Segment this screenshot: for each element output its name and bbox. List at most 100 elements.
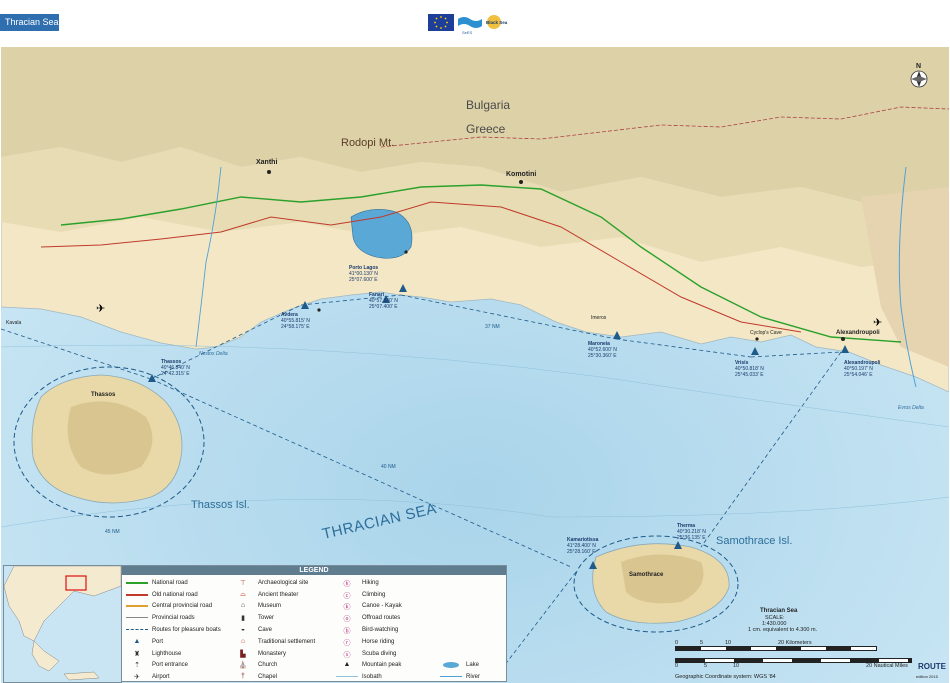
partner-logos: SeES Black Sea xyxy=(428,14,508,36)
legend-tower: ▮ Tower xyxy=(232,612,315,624)
port-label-vrisis: Vrisis 40°50.818' N 25°45.033' E xyxy=(735,360,764,378)
port-label-porto-lagos: Porto Lagos 41°00.130' N 25°07.600' E xyxy=(349,265,379,283)
horse-riding-icon: ⓡ xyxy=(343,639,351,647)
legend-mountain-peak: ▲ Mountain peak xyxy=(336,660,402,672)
north-arrow-icon xyxy=(910,70,928,88)
legend-horse-riding: ⓡ Horse riding xyxy=(336,636,402,648)
km-tick-10: 10 xyxy=(725,640,732,646)
label-alexandroupoli: Alexandroupoli xyxy=(836,330,880,336)
legend-scuba: ⓢ Scuba diving xyxy=(336,648,402,660)
legend-title: LEGEND xyxy=(122,566,506,575)
port-icon: ▲ xyxy=(133,637,141,645)
monastery-icon: ▙ xyxy=(240,650,246,658)
airport-icon: ✈ xyxy=(873,317,882,329)
svg-text:Black Sea: Black Sea xyxy=(486,20,508,25)
nm-tick-10: 10 xyxy=(733,663,740,669)
legend-provincial-roads: Provincial roads xyxy=(126,612,221,624)
legend-river: River xyxy=(440,671,480,683)
distance-37nm: 37 NM xyxy=(485,324,500,330)
legend-traditional-settlement: ⌂ Traditional settlement xyxy=(232,636,315,648)
lighthouse-icon: ♜ xyxy=(133,650,141,658)
km-tick-20: 20 Kilometers xyxy=(778,640,812,646)
greece-inset-map xyxy=(3,565,122,683)
label-xanthi: Xanthi xyxy=(256,159,278,166)
label-kavala: Kavala xyxy=(6,320,22,326)
legend-airport: ✈ Airport xyxy=(126,671,221,683)
settlement-icon: ⌂ xyxy=(240,637,246,645)
map-title-tab[interactable]: Thracian Sea xyxy=(0,14,59,31)
river-icon xyxy=(440,673,462,681)
nm-tick-20: 20 Nautical Miles xyxy=(866,663,908,669)
archaeological-site-icon: ⊤ xyxy=(239,579,247,587)
port-label-fanari: Fanari 40°57.830' N 25°07.400' E xyxy=(369,292,398,310)
edition-label: edition 2015 xyxy=(916,674,938,679)
scale-panel: Thracian Sea SCALE: 1:430.000 1 cm. equi… xyxy=(670,608,950,683)
scale-title: Thracian Sea xyxy=(760,608,798,614)
church-icon: ⛪ xyxy=(238,662,248,670)
national-road-icon xyxy=(126,579,148,587)
port-label-thassos: Thassos 40°46.840' N 24°42.315' E xyxy=(161,359,190,377)
svg-text:SeES: SeES xyxy=(462,30,473,35)
label-imeros: Imeros xyxy=(591,315,607,321)
label-samothrace-town: Samothrace xyxy=(629,572,664,578)
legend-monastery: ▙ Monastery xyxy=(232,648,315,660)
chapel-icon: † xyxy=(241,673,245,681)
old-road-icon xyxy=(126,591,148,599)
legend-central-road: Central provincial road xyxy=(126,601,221,613)
legend-hiking: ⓗ Hiking xyxy=(336,577,402,589)
legend-offroad: ⓞ Offroad routes xyxy=(336,612,402,624)
km-tick-0: 0 xyxy=(675,640,679,646)
port-label-avdera: Avdera 40°55.815' N 24°58.175' E xyxy=(281,312,310,330)
provincial-road-icon xyxy=(126,614,148,622)
bird-watching-icon: ⓑ xyxy=(343,628,351,636)
climbing-icon: ⓒ xyxy=(343,592,351,600)
label-nestos-delta: Nestos Delta xyxy=(199,351,228,357)
legend-national-road: National road xyxy=(126,577,221,589)
label-bulgaria: Bulgaria xyxy=(466,98,511,112)
legend-bird-watching: ⓑ Bird-watching xyxy=(336,624,402,636)
legend-port-entrance: ⇡ Port entrance xyxy=(126,660,221,672)
scuba-diving-icon: ⓢ xyxy=(343,651,351,659)
port-label-maroneia: Maroneia 40°52.600' N 25°30.360' E xyxy=(588,341,617,359)
airport-icon: ✈ xyxy=(134,674,140,682)
nm-tick-0: 0 xyxy=(675,663,679,669)
km-tick-5: 5 xyxy=(700,640,704,646)
label-thassos-town: Thassos xyxy=(91,392,116,398)
legend-cave: ◒ Cave xyxy=(232,624,315,636)
mountain-peak-icon: ▲ xyxy=(343,661,351,669)
coordinate-system: Geographic Coordinate system: WGS '84 xyxy=(675,674,776,680)
legend-lighthouse: ♜ Lighthouse xyxy=(126,648,221,660)
legend-museum: ⌂ Museum xyxy=(232,601,315,613)
tower-icon: ▮ xyxy=(241,615,245,623)
svg-text:N: N xyxy=(916,63,921,70)
legend-ancient-theater: ⌓ Ancient theater xyxy=(232,589,315,601)
distance-40nm: 40 NM xyxy=(381,464,396,470)
port-label-alexandroupoli: Alexandroupoli 40°50.197' N 25°54.046' E xyxy=(844,360,881,378)
legend-isobath: Isobath xyxy=(336,671,402,683)
hiking-icon: ⓗ xyxy=(343,580,351,588)
port-label-kamariotissa: Kamariotissa 41°28.400' N 25°28.160' E xyxy=(567,537,599,555)
label-rodopi: Rodopi Mt. xyxy=(341,137,395,149)
label-cyclops-cave: Cyclop's Cave xyxy=(750,330,782,336)
cave-icon: ◒ xyxy=(240,626,246,634)
label-komotini: Komotini xyxy=(506,171,537,178)
scale-note: 1 cm. equivalent to 4.300 m. xyxy=(748,627,818,633)
ancient-theater-icon: ⌓ xyxy=(240,590,246,598)
airport-icon: ✈ xyxy=(96,303,105,315)
legend-church: ⛪ Church xyxy=(232,660,315,672)
legend-archaeological-site: ⊤ Archaeological site xyxy=(232,577,315,589)
label-evros-delta: Evros Delta xyxy=(898,405,924,411)
isobath-icon xyxy=(336,673,358,681)
port-label-therma: Therma 40°30.218' N 25°36.135' E xyxy=(677,523,706,541)
boat-route-icon xyxy=(126,626,148,634)
label-thassos-island: Thassos Isl. xyxy=(191,499,250,511)
distance-45nm: 45 NM xyxy=(105,529,120,535)
legend-port: ▲ Port xyxy=(126,636,221,648)
museum-icon: ⌂ xyxy=(240,602,246,610)
legend-climbing: ⓒ Climbing xyxy=(336,589,402,601)
label-greece: Greece xyxy=(466,122,506,136)
lake-icon xyxy=(440,661,462,669)
port-entrance-icon: ⇡ xyxy=(134,662,140,670)
canoe-icon: ⓚ xyxy=(343,604,351,612)
legend-boat-routes: Routes for pleasure boats xyxy=(126,624,221,636)
